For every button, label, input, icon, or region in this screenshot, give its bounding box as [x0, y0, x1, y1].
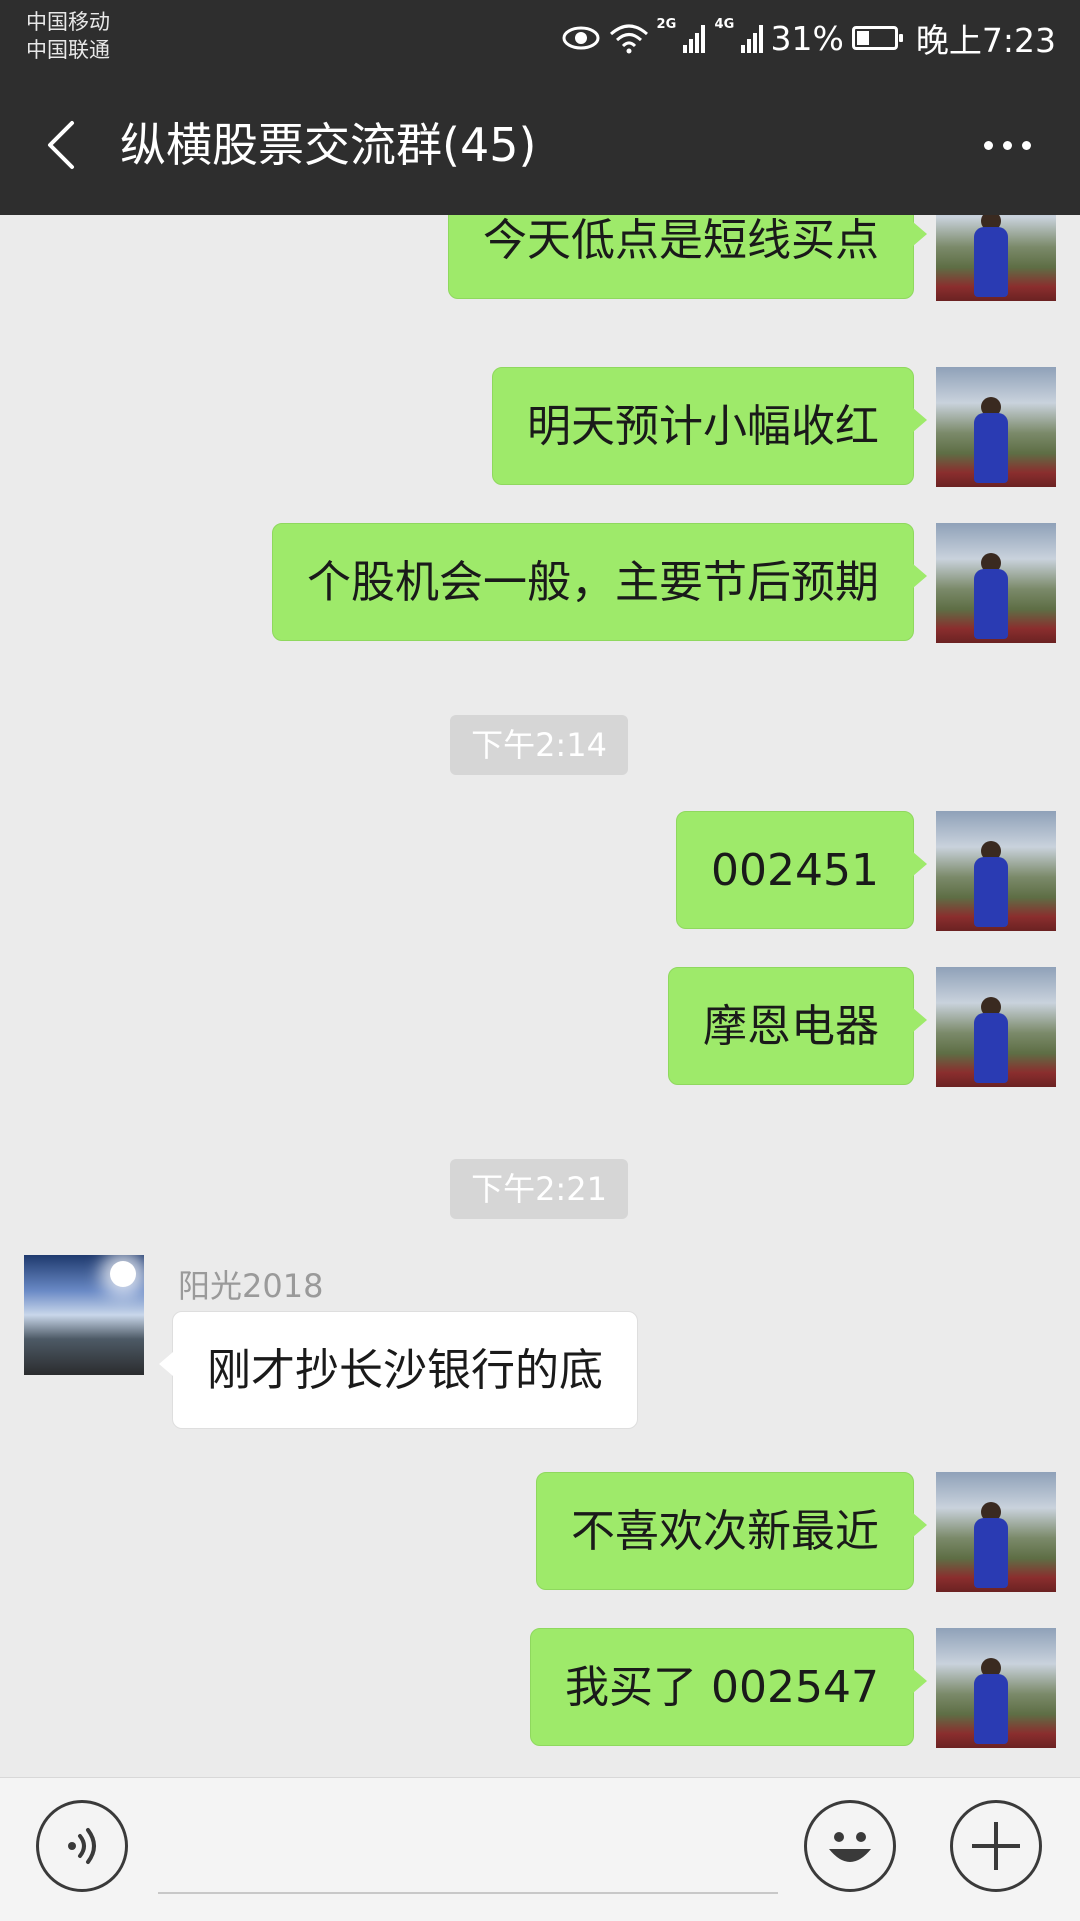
chat-header: 纵横股票交流群(45)	[0, 75, 1080, 215]
smiley-icon	[829, 1832, 871, 1862]
net-type-2: 4G	[714, 17, 735, 32]
voice-icon	[68, 1828, 96, 1864]
message-bubble[interactable]: 刚才抄长沙银行的底	[159, 1311, 638, 1429]
more-functions-button[interactable]	[950, 1800, 1042, 1892]
voice-button[interactable]	[36, 1800, 128, 1892]
back-button[interactable]	[36, 115, 96, 175]
chevron-left-icon	[48, 121, 74, 169]
net-type-1: 2G	[656, 17, 677, 32]
battery-icon	[851, 26, 903, 50]
plus-icon	[972, 1822, 1020, 1870]
message-bubble[interactable]: 不喜欢次新最近	[536, 1472, 927, 1590]
message-list[interactable]: 今天低点是短线买点 明天预计小幅收红 个股机会一般，主要节后预期 下午2:14 …	[0, 215, 1080, 1777]
avatar[interactable]	[936, 367, 1056, 487]
signal-icon-1: 2G	[657, 17, 705, 53]
chat-title: 纵横股票交流群(45)	[120, 118, 537, 172]
avatar[interactable]	[936, 1472, 1056, 1592]
clock: 晚上7:23	[915, 21, 1056, 60]
signal-icon-2: 4G	[715, 17, 763, 53]
avatar[interactable]	[936, 523, 1056, 643]
message-bubble[interactable]: 摩恩电器	[668, 967, 927, 1085]
time-divider: 下午2:14	[450, 715, 628, 775]
avatar[interactable]	[936, 215, 1056, 301]
message-bubble[interactable]: 今天低点是短线买点	[448, 215, 927, 299]
avatar[interactable]	[936, 811, 1056, 931]
wifi-icon	[609, 24, 648, 54]
message-bubble[interactable]: 002451	[676, 811, 927, 929]
status-icons: 2G 4G 31% 晚上7:23	[561, 14, 1056, 62]
avatar[interactable]	[936, 967, 1056, 1087]
message-bubble[interactable]: 个股机会一般，主要节后预期	[272, 523, 927, 641]
more-button[interactable]	[972, 115, 1042, 175]
eye-icon	[562, 26, 600, 50]
more-icon	[983, 140, 993, 150]
message-bubble[interactable]: 我买了 002547	[530, 1628, 927, 1746]
input-bar	[0, 1777, 1080, 1921]
status-bar: 中国移动 中国联通 2G 4G 31% 晚上7:23	[0, 0, 1080, 75]
message-bubble[interactable]: 明天预计小幅收红	[492, 367, 927, 485]
carrier-1: 中国移动	[26, 10, 110, 34]
message-input[interactable]	[158, 1892, 778, 1894]
battery-percent: 31%	[770, 18, 844, 58]
carrier-info: 中国移动 中国联通	[26, 8, 110, 64]
emoji-button[interactable]	[804, 1800, 896, 1892]
time-divider: 下午2:21	[450, 1159, 628, 1219]
avatar[interactable]	[24, 1255, 144, 1375]
sender-name: 阳光2018	[178, 1267, 324, 1305]
avatar[interactable]	[936, 1628, 1056, 1748]
carrier-2: 中国联通	[26, 38, 110, 62]
